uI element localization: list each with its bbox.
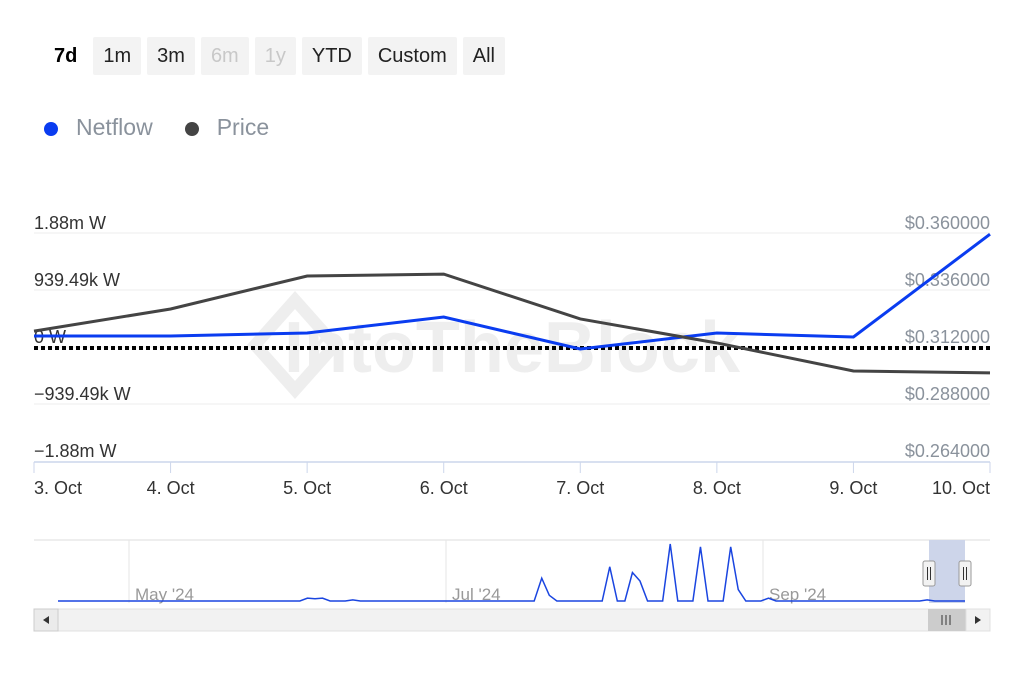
x-tick-label: 10. Oct [932, 478, 990, 498]
navigator-handle[interactable] [958, 560, 972, 587]
left-tick-label: −939.49k W [34, 384, 131, 404]
x-tick-label: 5. Oct [283, 478, 331, 498]
x-tick-label: 8. Oct [693, 478, 741, 498]
x-tick-label: 4. Oct [147, 478, 195, 498]
left-tick-label: −1.88m W [34, 441, 117, 461]
series-line-netflow [34, 233, 991, 351]
x-tick-label: 3. Oct [34, 478, 82, 498]
left-tick-label: 1.88m W [34, 213, 106, 233]
right-tick-label: $0.288000 [905, 384, 990, 404]
chart: IntoTheBlock1.88m W939.49k W0 W−939.49k … [33, 213, 991, 632]
scrollbar-track[interactable] [33, 608, 991, 632]
x-tick-label: 7. Oct [556, 478, 604, 498]
navigator-handle[interactable] [922, 560, 936, 587]
x-tick-label: 6. Oct [420, 478, 468, 498]
x-tick-label: 9. Oct [829, 478, 877, 498]
right-tick-label: $0.264000 [905, 441, 990, 461]
scrollbar-thumb[interactable] [928, 609, 966, 631]
right-tick-label: $0.312000 [905, 327, 990, 347]
left-tick-label: 939.49k W [34, 270, 120, 290]
right-tick-label: $0.360000 [905, 213, 990, 233]
navigator-series [58, 543, 965, 602]
